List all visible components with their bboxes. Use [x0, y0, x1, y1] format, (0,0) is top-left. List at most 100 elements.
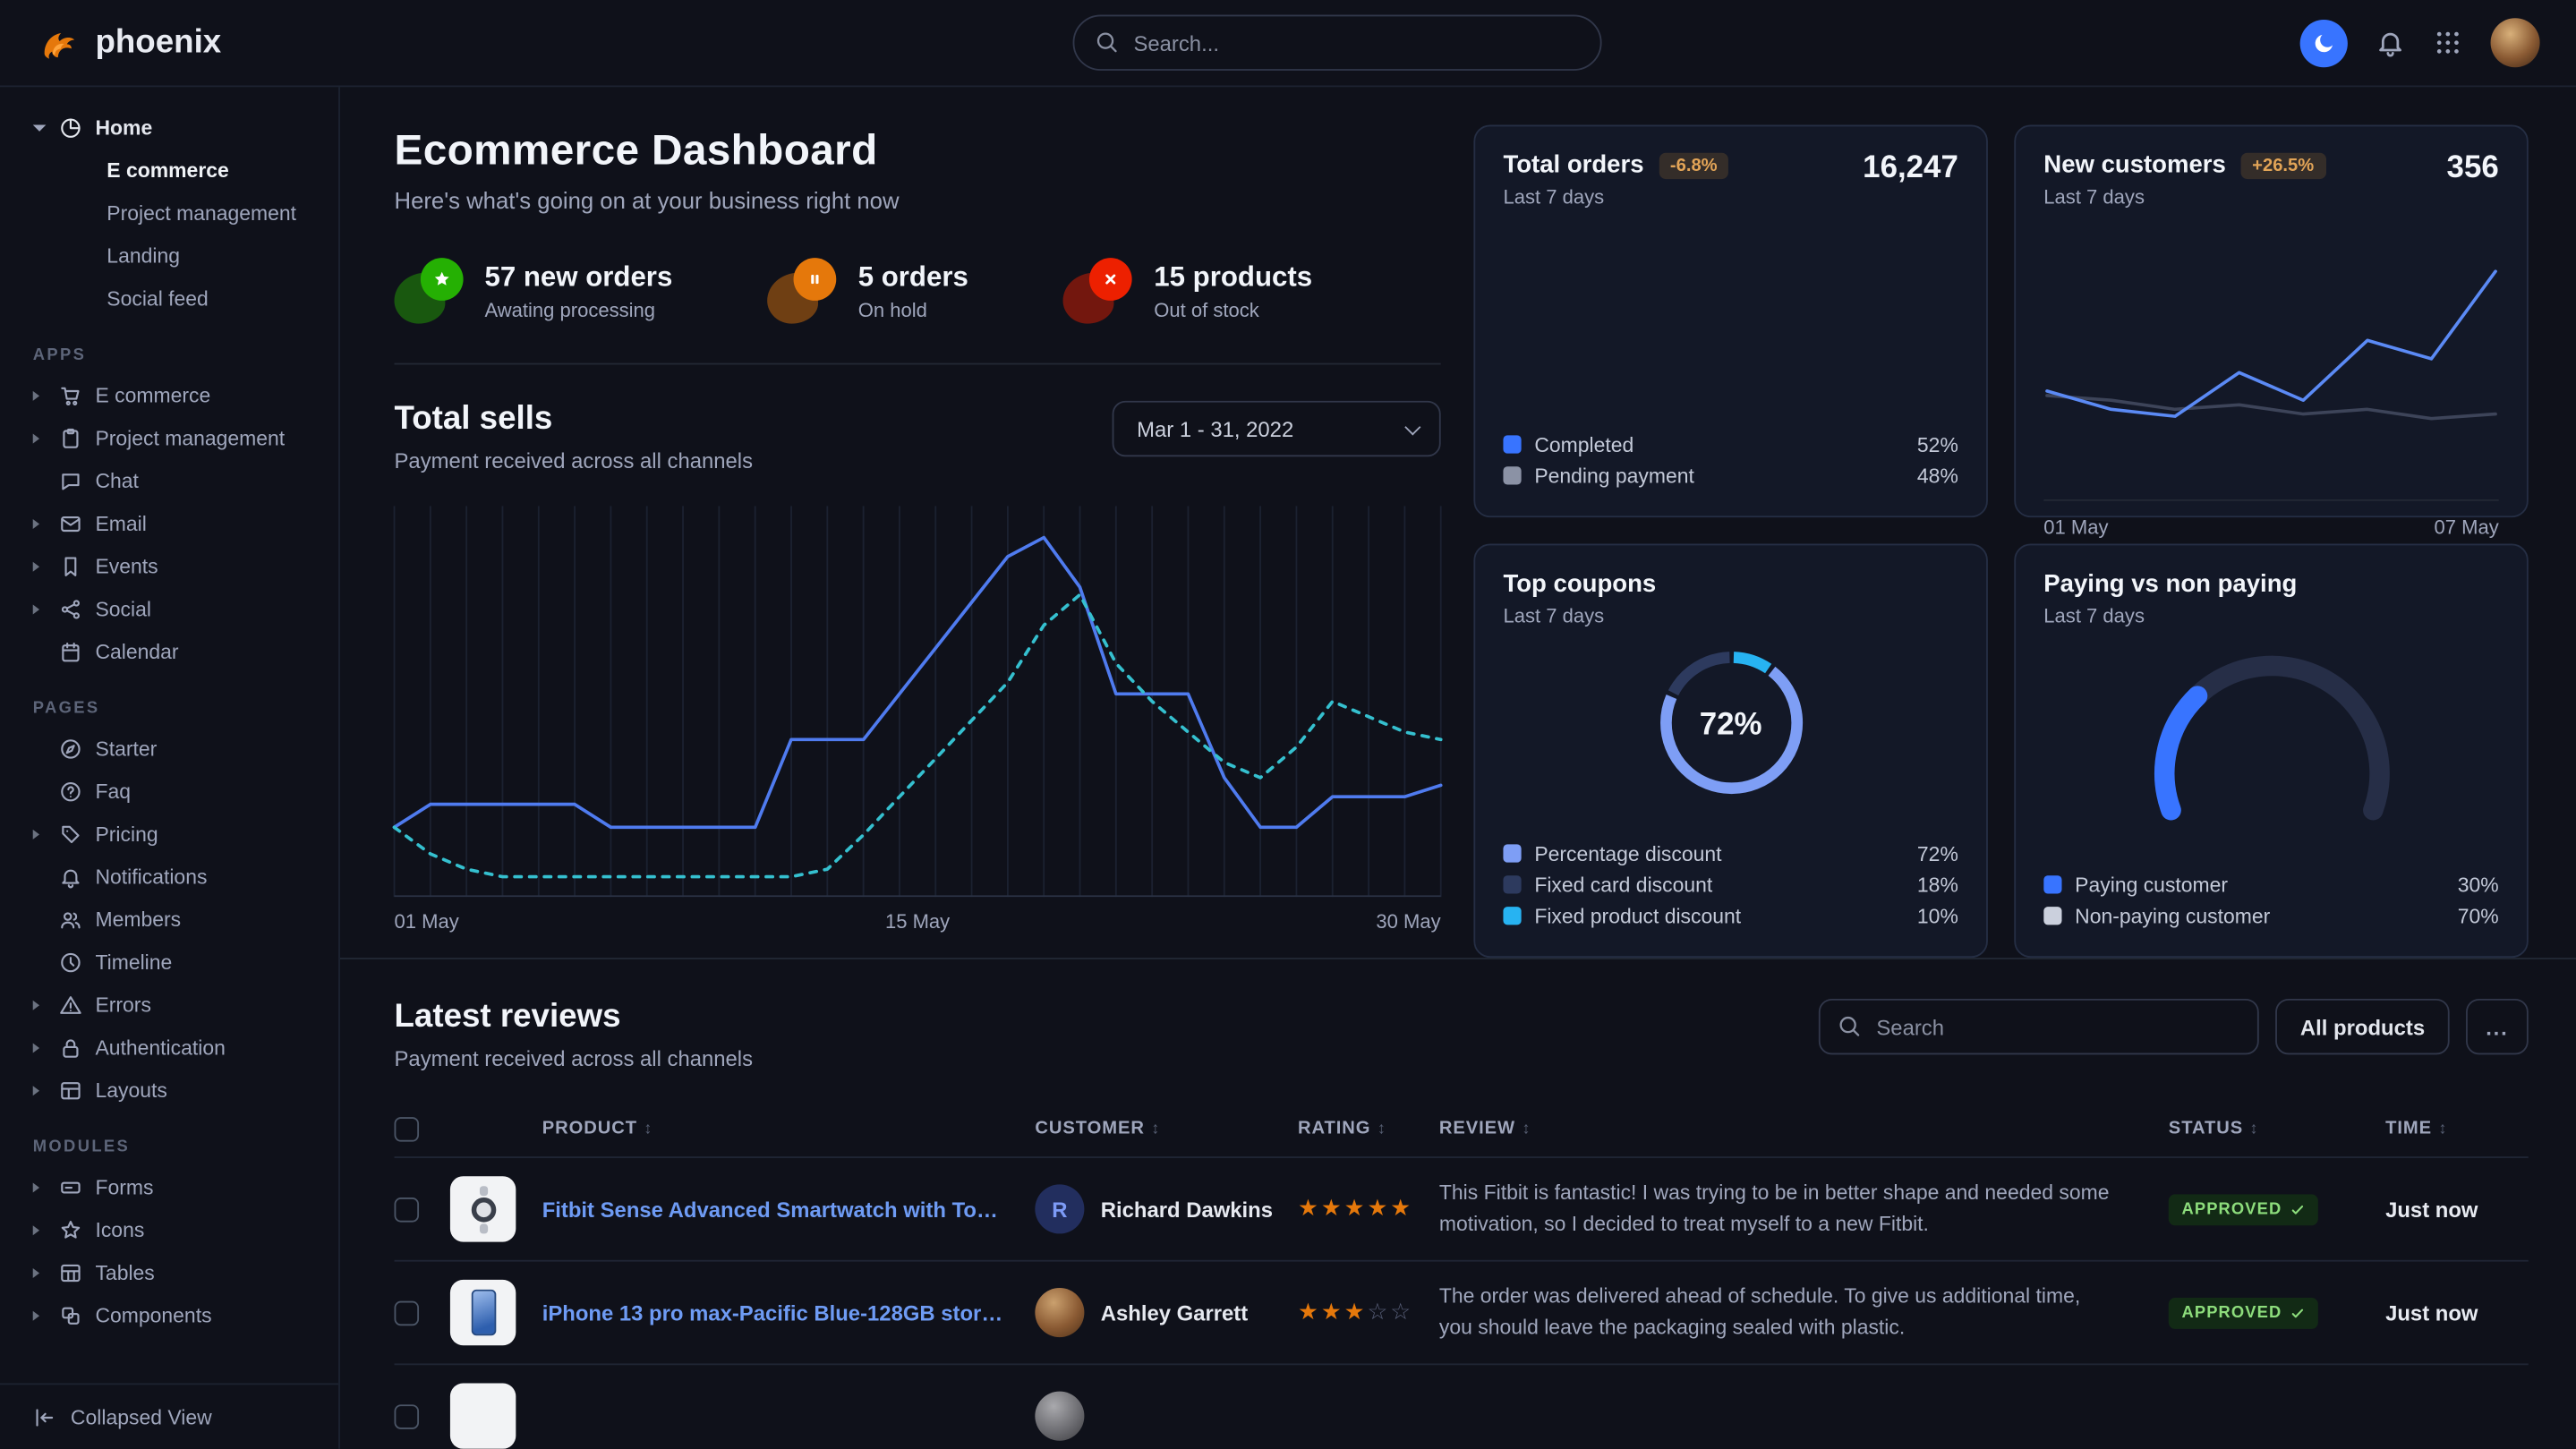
paying-vs-nonpaying-card: Paying vs non paying Last 7 days Paying … — [2014, 544, 2528, 959]
sidebar-item-home[interactable]: Home — [20, 107, 319, 149]
sort-icon: ↕ — [1151, 1120, 1160, 1138]
calendar-icon — [59, 641, 82, 664]
stat-orders-on-hold: 5 orders On hold — [768, 258, 968, 323]
review-text: The order was delivered ahead of schedul… — [1439, 1282, 2169, 1343]
sidebar-item-authentication[interactable]: Authentication — [20, 1027, 319, 1070]
cart-icon — [59, 384, 82, 407]
product-thumbnail[interactable] — [450, 1383, 516, 1448]
sidebar-item-chat[interactable]: Chat — [20, 460, 319, 503]
sidebar-item-components[interactable]: Components — [20, 1294, 319, 1337]
latest-reviews-subtitle: Payment received across all channels — [395, 1046, 754, 1071]
product-link[interactable]: iPhone 13 pro max-Pacific Blue-128GB sto… — [542, 1300, 1036, 1325]
sidebar-item-ecommerce-app[interactable]: E commerce — [20, 374, 319, 417]
sidebar-item-icons[interactable]: Icons — [20, 1209, 319, 1252]
reviews-search-input[interactable] — [1819, 999, 2259, 1054]
column-time[interactable]: TIME↕ — [2385, 1119, 2529, 1138]
sidebar-item-members[interactable]: Members — [20, 899, 319, 942]
paying-gauge-chart — [2043, 627, 2498, 856]
collapsed-view-toggle[interactable]: Collapsed View — [0, 1383, 338, 1448]
stat-out-of-stock: 15 products Out of stock — [1063, 258, 1312, 323]
chevron-down-icon — [33, 124, 47, 131]
legend-pending-payment: Pending payment 48% — [1503, 460, 1958, 491]
sidebar-item-landing[interactable]: Landing — [20, 234, 319, 277]
column-review[interactable]: REVIEW↕ — [1439, 1119, 2169, 1138]
mail-icon — [59, 513, 82, 536]
column-rating[interactable]: RATING↕ — [1298, 1119, 1439, 1138]
sidebar-item-tables[interactable]: Tables — [20, 1252, 319, 1295]
donut-center-value: 72% — [1700, 708, 1762, 744]
sidebar-item-timeline[interactable]: Timeline — [20, 942, 319, 984]
select-all-checkbox[interactable] — [395, 1116, 420, 1141]
total-orders-card: Total orders -6.8% Last 7 days 16,247 — [1473, 124, 1987, 517]
sidebar-item-events[interactable]: Events — [20, 545, 319, 588]
status-badge: APPROVED — [2169, 1194, 2318, 1225]
app-window: phoenix Home — [0, 0, 2576, 1449]
users-icon — [59, 908, 82, 932]
search-icon — [1837, 1013, 1862, 1038]
search-icon — [1094, 30, 1119, 55]
customer-cell: Ashley Garrett — [1035, 1288, 1298, 1337]
row-checkbox[interactable] — [395, 1403, 420, 1428]
out-of-stock-icon — [1063, 258, 1132, 323]
column-product[interactable]: PRODUCT↕ — [542, 1119, 1036, 1138]
chat-icon — [59, 470, 82, 493]
product-thumbnail[interactable] — [450, 1280, 516, 1345]
sidebar-item-ecommerce[interactable]: E commerce — [20, 149, 319, 192]
sort-icon: ↕ — [2438, 1120, 2447, 1138]
status-badge: APPROVED — [2169, 1298, 2318, 1329]
sidebar-item-faq[interactable]: Faq — [20, 771, 319, 814]
x-icon — [1102, 269, 1122, 289]
total-orders-value: 16,247 — [1863, 151, 1958, 187]
sidebar-item-errors[interactable]: Errors — [20, 984, 319, 1027]
table-row: iPhone 13 pro max-Pacific Blue-128GB sto… — [395, 1260, 2529, 1364]
apps-grid-button[interactable] — [2433, 28, 2462, 57]
sidebar-item-forms[interactable]: Forms — [20, 1166, 319, 1209]
theme-toggle-button[interactable] — [2300, 19, 2348, 66]
column-customer[interactable]: CUSTOMER↕ — [1035, 1119, 1298, 1138]
product-link[interactable]: Fitbit Sense Advanced Smartwatch with To… — [542, 1197, 1036, 1222]
sidebar-item-email[interactable]: Email — [20, 503, 319, 546]
sidebar-item-project-management-app[interactable]: Project management — [20, 417, 319, 460]
bookmark-icon — [59, 555, 82, 578]
more-options-button[interactable]: ... — [2466, 999, 2529, 1054]
clock-icon — [59, 951, 82, 975]
legend-nonpaying-customer: Non-paying customer 70% — [2043, 900, 2498, 932]
page-subtitle: Here's what's going on at your business … — [395, 187, 1441, 213]
legend-fixed-product-discount: Fixed product discount 10% — [1503, 900, 1958, 932]
total-sells-subtitle: Payment received across all channels — [395, 448, 754, 473]
total-orders-badge: -6.8% — [1659, 152, 1728, 178]
date-range-select[interactable]: Mar 1 - 31, 2022 — [1113, 401, 1441, 456]
reviews-table: PRODUCT↕ CUSTOMER↕ RATING↕ REVIEW↕ STATU… — [395, 1101, 2529, 1449]
sidebar-section-modules: MODULES — [20, 1138, 319, 1156]
share-icon — [59, 598, 82, 621]
compass-icon — [59, 737, 82, 761]
section-divider — [395, 363, 1441, 365]
brand[interactable]: phoenix — [36, 21, 221, 65]
sidebar-item-social-feed[interactable]: Social feed — [20, 277, 319, 320]
sidebar-item-pricing[interactable]: Pricing — [20, 814, 319, 857]
user-avatar[interactable] — [2491, 18, 2540, 67]
table-icon — [59, 1262, 82, 1285]
sidebar-item-calendar[interactable]: Calendar — [20, 631, 319, 674]
sidebar-item-social[interactable]: Social — [20, 588, 319, 631]
sidebar: Home E commerce Project management Landi… — [0, 87, 340, 1449]
stats-row: 57 new orders Awating processing 5 order… — [395, 258, 1441, 323]
top-navbar: phoenix — [0, 0, 2576, 87]
sidebar-item-starter[interactable]: Starter — [20, 728, 319, 771]
sidebar-item-layouts[interactable]: Layouts — [20, 1070, 319, 1112]
column-status[interactable]: STATUS↕ — [2169, 1119, 2385, 1138]
sidebar-item-project-management[interactable]: Project management — [20, 192, 319, 235]
product-thumbnail[interactable] — [450, 1176, 516, 1241]
search-input[interactable] — [1073, 15, 1602, 71]
sidebar-item-notifications[interactable]: Notifications — [20, 856, 319, 899]
tag-icon — [59, 823, 82, 847]
top-coupons-card: Top coupons Last 7 days 72% Percentage d… — [1473, 544, 1987, 959]
table-row: Fitbit Sense Advanced Smartwatch with To… — [395, 1156, 2529, 1260]
all-products-button[interactable]: All products — [2275, 999, 2449, 1054]
new-orders-icon — [395, 258, 464, 323]
row-checkbox[interactable] — [395, 1300, 420, 1325]
total-sells-title: Total sells — [395, 401, 754, 439]
new-customers-x-axis: 01 May 07 May — [2043, 499, 2498, 539]
row-checkbox[interactable] — [395, 1197, 420, 1222]
notifications-button[interactable] — [2376, 28, 2405, 57]
